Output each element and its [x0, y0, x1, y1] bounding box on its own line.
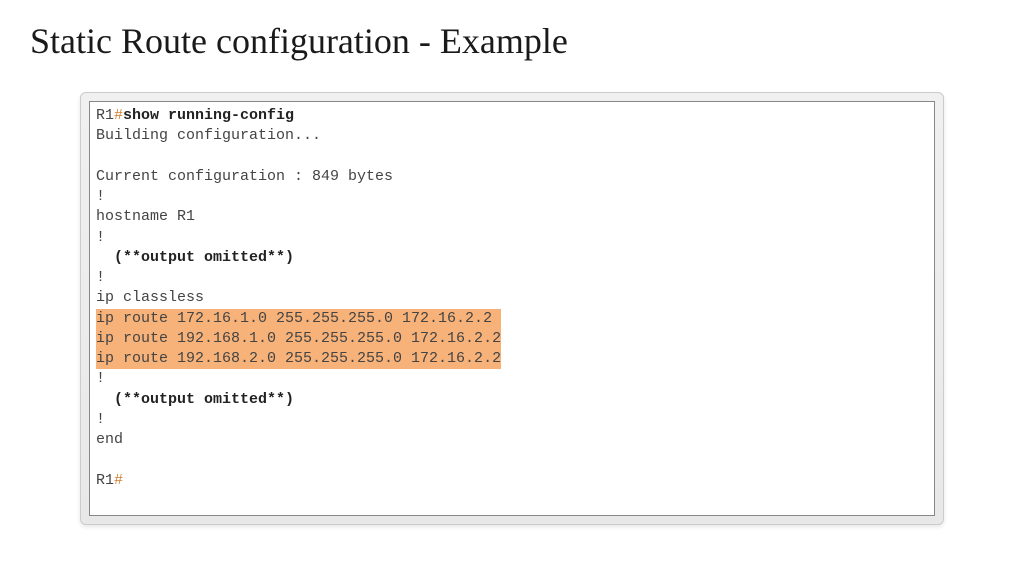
terminal-line-prompt: R1#: [96, 471, 928, 491]
terminal-line-route: ip route 192.168.1.0 255.255.255.0 172.1…: [96, 329, 928, 349]
terminal-line: end: [96, 430, 928, 450]
terminal-line: !: [96, 369, 928, 389]
prompt-hash: #: [114, 107, 123, 124]
terminal-line: Building configuration...: [96, 126, 928, 146]
terminal-line: Current configuration : 849 bytes: [96, 167, 928, 187]
terminal-blank-line: [96, 491, 928, 511]
prompt-hash: #: [114, 472, 123, 489]
terminal-line: !: [96, 187, 928, 207]
highlighted-route: ip route 192.168.1.0 255.255.255.0 172.1…: [96, 329, 501, 349]
terminal-blank-line: [96, 450, 928, 470]
terminal-line-omitted: (**output omitted**): [96, 390, 928, 410]
terminal-line: !: [96, 268, 928, 288]
terminal-line: hostname R1: [96, 207, 928, 227]
terminal-line-command: R1#show running-config: [96, 106, 928, 126]
terminal-line-route: ip route 172.16.1.0 255.255.255.0 172.16…: [96, 309, 928, 329]
terminal-output: R1#show running-config Building configur…: [89, 101, 935, 516]
terminal-line: !: [96, 228, 928, 248]
prompt-hostname: R1: [96, 107, 114, 124]
slide-title: Static Route configuration - Example: [30, 20, 994, 62]
terminal-frame: R1#show running-config Building configur…: [80, 92, 944, 525]
prompt-hostname: R1: [96, 472, 114, 489]
highlighted-route: ip route 172.16.1.0 255.255.255.0 172.16…: [96, 309, 501, 329]
terminal-line-omitted: (**output omitted**): [96, 248, 928, 268]
terminal-line: !: [96, 410, 928, 430]
highlighted-route: ip route 192.168.2.0 255.255.255.0 172.1…: [96, 349, 501, 369]
terminal-blank-line: [96, 147, 928, 167]
terminal-line-route: ip route 192.168.2.0 255.255.255.0 172.1…: [96, 349, 928, 369]
command-text: show running-config: [123, 107, 294, 124]
terminal-line: ip classless: [96, 288, 928, 308]
